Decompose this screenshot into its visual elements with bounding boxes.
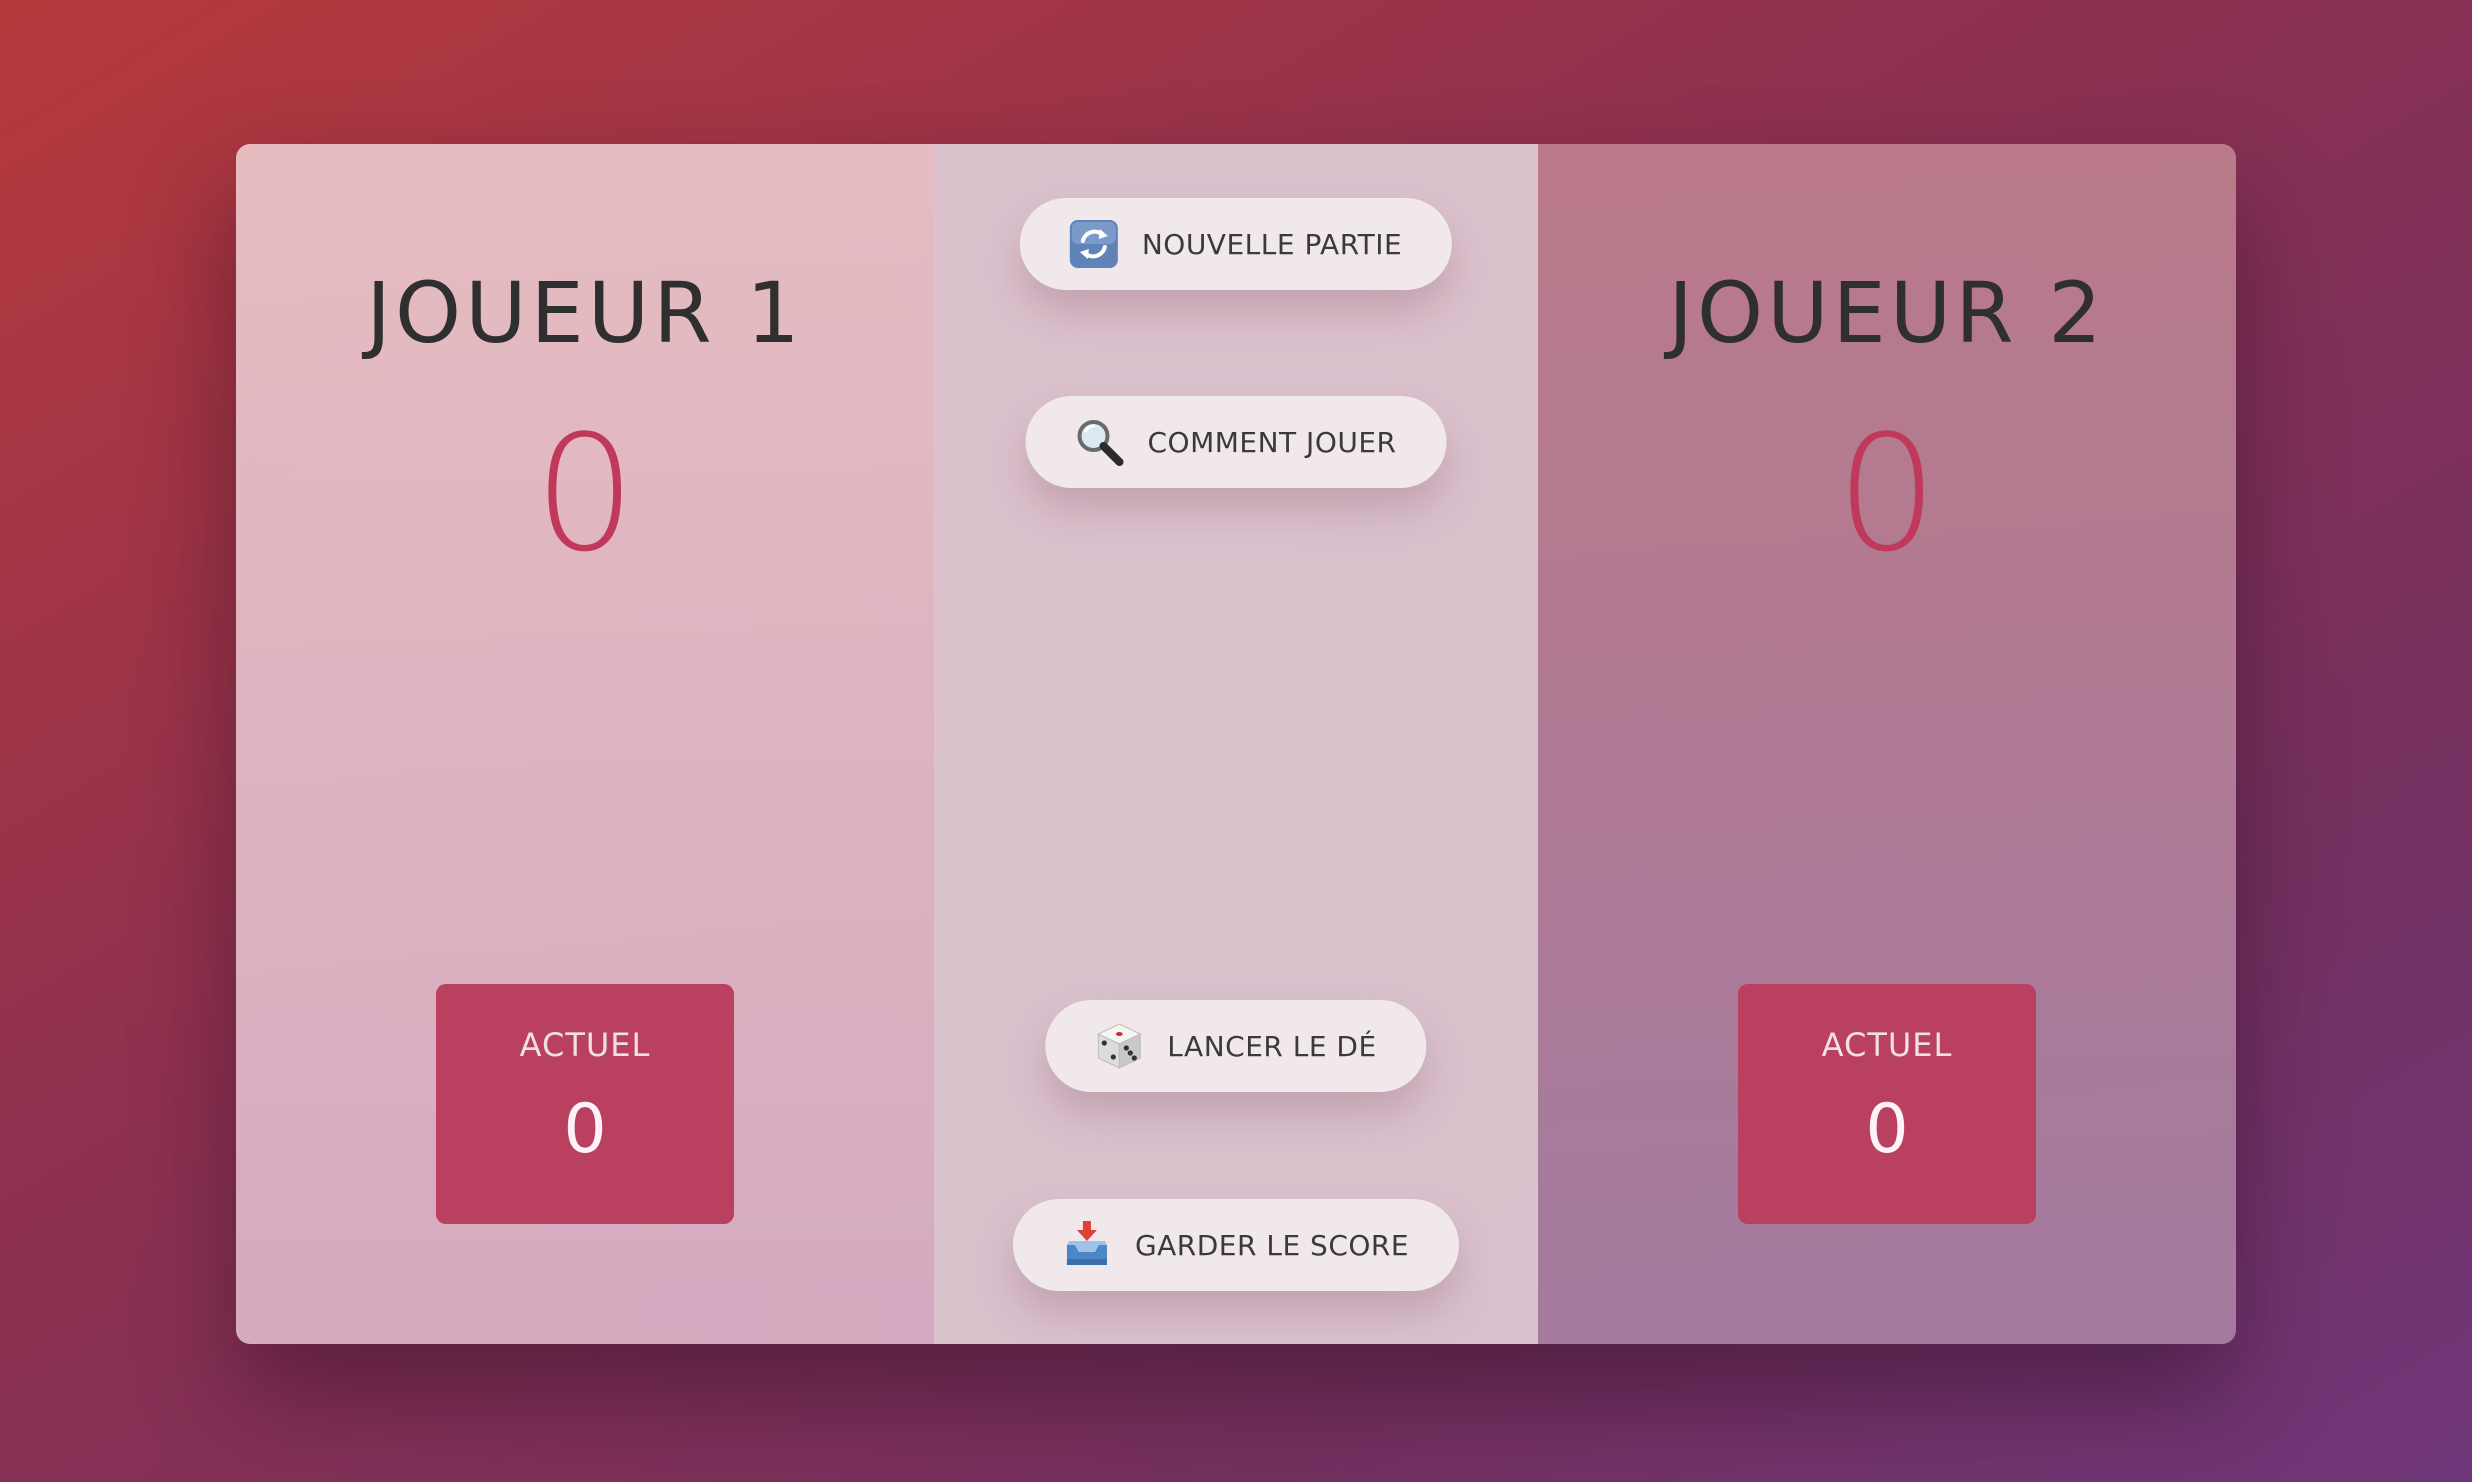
how-to-play-label: COMMENT JOUER [1147,425,1397,459]
new-game-button[interactable]: NOUVELLE PARTIE [1019,198,1453,290]
player-1-current-score: 0 [563,1090,607,1169]
player-2-total-score: 0 [1836,400,1938,587]
roll-dice-label: LANCER LE DÉ [1167,1029,1377,1063]
player-1-total-score: 0 [534,400,636,587]
player-1-panel: JOUEUR 1 0 ACTUEL 0 [236,144,934,1344]
player-1-current-box: ACTUEL 0 [436,984,734,1224]
game-board: JOUEUR 1 0 ACTUEL 0 NOUVELLE PARTIE COMM… [236,144,2236,1344]
how-to-play-button[interactable]: COMMENT JOUER [1025,396,1447,488]
magnifier-icon [1074,416,1126,468]
hold-score-button[interactable]: GARDER LE SCORE [1012,1199,1460,1291]
player-1-current-label: ACTUEL [519,1026,651,1064]
player-2-current-label: ACTUEL [1821,1026,1953,1064]
refresh-icon [1068,218,1120,270]
player-1-name: JOUEUR 1 [366,264,804,362]
player-2-name: JOUEUR 2 [1668,264,2106,362]
new-game-label: NOUVELLE PARTIE [1141,227,1403,261]
hold-score-label: GARDER LE SCORE [1134,1228,1410,1262]
roll-dice-button[interactable]: LANCER LE DÉ [1045,1000,1427,1092]
inbox-tray-icon [1061,1219,1113,1271]
dice-icon [1093,1020,1145,1072]
controls-panel: NOUVELLE PARTIE COMMENT JOUER LANCER LE … [934,144,1538,1344]
player-2-panel: JOUEUR 2 0 ACTUEL 0 [1538,144,2236,1344]
player-2-current-score: 0 [1865,1090,1909,1169]
player-2-current-box: ACTUEL 0 [1738,984,2036,1224]
